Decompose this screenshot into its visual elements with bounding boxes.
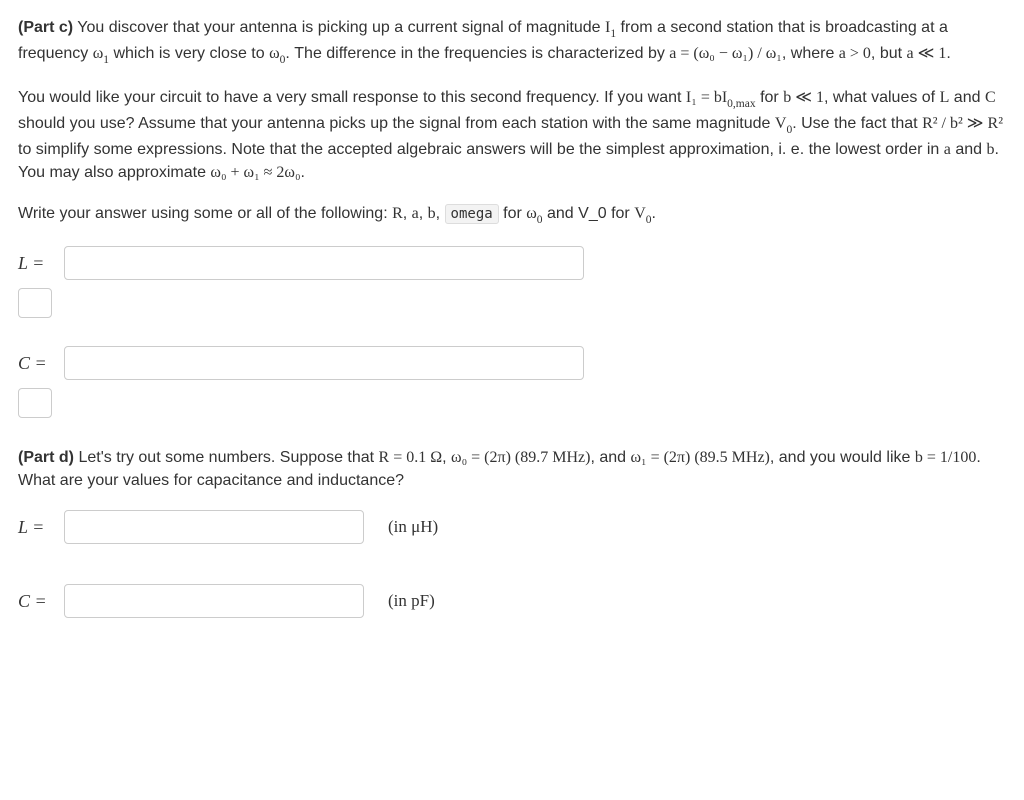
text: and [951,141,987,158]
C-unit: (in pF) [388,589,435,614]
partc-paragraph-3: Write your answer using some or all of t… [18,202,1006,228]
var-I1: I1 [605,19,616,36]
text: , [403,205,412,222]
text: , [442,449,451,466]
text: for [756,89,784,106]
text: which is very close to [109,45,269,62]
text: , where [782,45,839,62]
text: . [652,205,656,222]
text: , [419,205,428,222]
var-L: L [940,89,950,106]
text: . [301,164,305,181]
text: . [946,45,950,62]
var-b2: b [428,205,436,222]
partc-heading: (Part c) [18,19,73,36]
eq-R: R = 0.1 Ω [379,449,443,466]
text: , and you would like [770,449,915,466]
cond-a-gt-0: a > 0 [839,45,871,62]
var-C: C [985,89,996,106]
var-a2: a [412,205,419,222]
partc-L-row: L = [18,246,1006,280]
var-V0: V0 [775,115,792,132]
code-omega: omega [445,204,499,224]
var-V0b: V0 [634,205,651,222]
text: Write your answer using some or all of t… [18,205,392,222]
C-label: C = [18,350,58,376]
partd-L-row: L = (in μH) [18,510,1006,544]
partd-paragraph: (Part d) Let's try out some numbers. Sup… [18,446,1006,492]
C-label-d: C = [18,588,58,614]
cond-a-small: a ≪ 1 [907,45,947,62]
partc-C-feedback-icon[interactable] [18,388,52,418]
L-label: L = [18,250,58,276]
text: , what values of [824,89,940,106]
eq-I1: I₁ = bI0,max [686,89,756,106]
text: should you use? Assume that your antenna… [18,115,775,132]
var-omega1: ω1 [93,45,109,62]
partc-C-input[interactable] [64,346,584,380]
text: You would like your circuit to have a ve… [18,89,686,106]
text: to simplify some expressions. Note that … [18,141,944,158]
partc-L-input[interactable] [64,246,584,280]
eq-omega0: ω₀ = (2π) (89.7 MHz) [451,449,590,466]
text: and V_0 for [543,205,635,222]
text: . Use the fact that [792,115,922,132]
partd-heading: (Part d) [18,449,74,466]
partd-C-row: C = (in pF) [18,584,1006,618]
text: , [436,205,445,222]
text: , but [871,45,907,62]
partc-C-row: C = [18,346,1006,380]
var-a: a [944,141,951,158]
partc-L-feedback-icon[interactable] [18,288,52,318]
text: and [949,89,985,106]
eq-b: b = 1/100 [915,449,976,466]
cond-b-small: b ≪ 1 [783,89,824,106]
var-omega0: ω0 [269,45,285,62]
text: for [499,205,527,222]
partd-L-input[interactable] [64,510,364,544]
partc-paragraph-1: (Part c) You discover that your antenna … [18,16,1006,68]
partd-C-input[interactable] [64,584,364,618]
eq-omega1: ω₁ = (2π) (89.5 MHz) [630,449,769,466]
L-unit: (in μH) [388,515,438,540]
eq-omega-approx: ω₀ + ω₁ ≈ 2ω₀ [210,164,300,181]
partc-paragraph-2: You would like your circuit to have a ve… [18,86,1006,184]
eq-Rb: R² / b² ≫ R² [922,115,1003,132]
text: You discover that your antenna is pickin… [73,19,605,36]
text: . The difference in the frequencies is c… [285,45,669,62]
var-R: R [392,205,403,222]
L-label-d: L = [18,514,58,540]
var-omega0b: ω0 [526,205,542,222]
eq-a-def: a = (ω₀ − ω₁) / ω₁ [669,45,782,62]
text: , and [590,449,630,466]
text: Let's try out some numbers. Suppose that [74,449,379,466]
